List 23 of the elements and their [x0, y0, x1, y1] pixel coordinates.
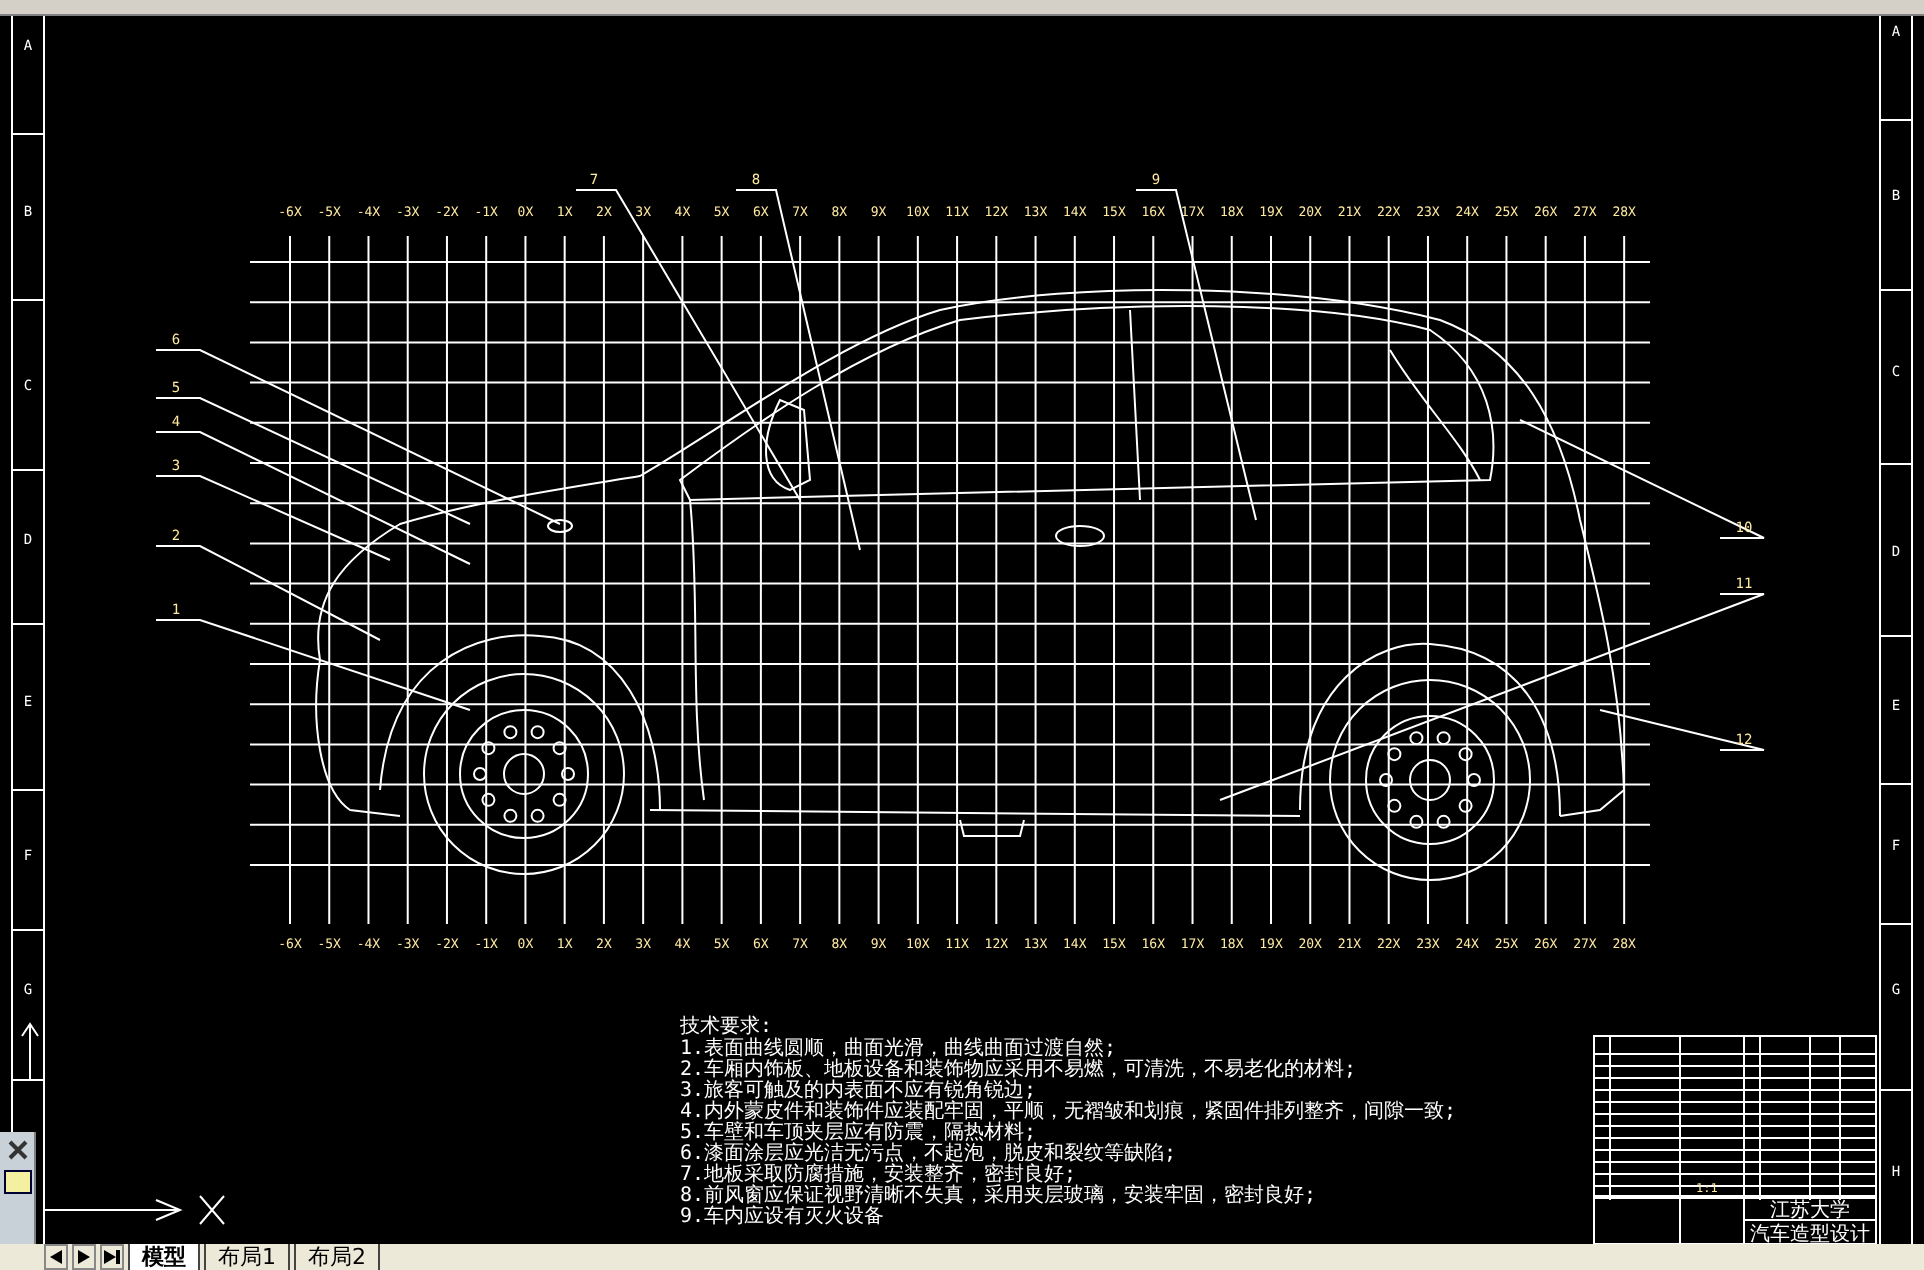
last-tab-button[interactable] [100, 1244, 124, 1270]
next-tab-button[interactable] [72, 1244, 96, 1270]
note-line: 2.车厢内饰板、地板设备和装饰物应采用不易燃，可清洗，不易老化的材料; [680, 1059, 1357, 1081]
right-arrow-icon [78, 1250, 90, 1264]
note-line: 6.漆面涂层应光洁无污点，不起泡，脱皮和裂纹等缺陷; [680, 1143, 1177, 1165]
last-arrow-icon [104, 1250, 120, 1264]
pin-icon[interactable] [5, 1138, 29, 1162]
layout-tab[interactable]: 模型 [128, 1244, 200, 1270]
previous-tab-button[interactable] [44, 1244, 68, 1270]
drawing-name: 汽车造型设计 [1750, 1224, 1870, 1244]
note-line: 8.前风窗应保证视野清晰不失真，采用夹层玻璃，安装牢固，密封良好; [680, 1185, 1317, 1207]
note-line: 1.表面曲线圆顺，曲面光滑，曲线曲面过渡自然; [680, 1038, 1117, 1060]
layout-tab[interactable]: 布局2 [294, 1244, 380, 1270]
note-line: 3.旅客可触及的内表面不应有锐角锐边; [680, 1080, 1037, 1102]
notes-title: 技术要求: [680, 1016, 773, 1038]
note-line: 4.内外蒙皮件和装饰件应装配牢固，平顺，无褶皱和划痕，紧固件排列整齐，间隙一致; [680, 1101, 1457, 1123]
note-line: 5.车壁和车顶夹层应有防震，隔热材料; [680, 1122, 1037, 1144]
layout-tab[interactable]: 布局1 [204, 1244, 290, 1270]
note-line: 9.车内应设有灭火设备 [680, 1206, 885, 1228]
school-name: 江苏大学 [1770, 1200, 1850, 1222]
left-arrow-icon [50, 1250, 62, 1264]
layer-swatch-icon[interactable] [3, 1170, 31, 1194]
note-line: 7.地板采取防腐措施，安装整齐，密封良好; [680, 1164, 1077, 1186]
